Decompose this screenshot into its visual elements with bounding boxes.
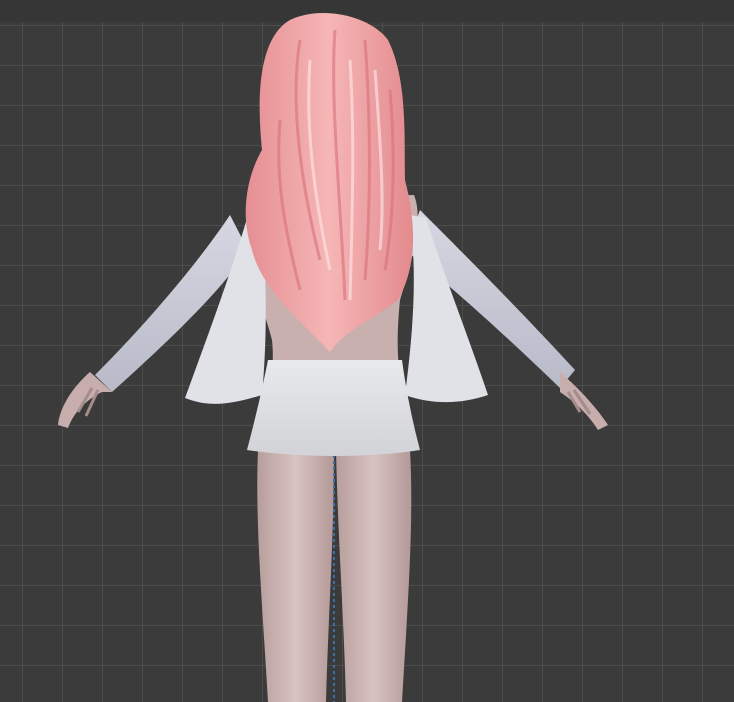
- 3d-viewport[interactable]: [0, 0, 734, 702]
- right-hand: [560, 372, 608, 430]
- skirt: [247, 360, 420, 456]
- character-model[interactable]: [0, 0, 734, 702]
